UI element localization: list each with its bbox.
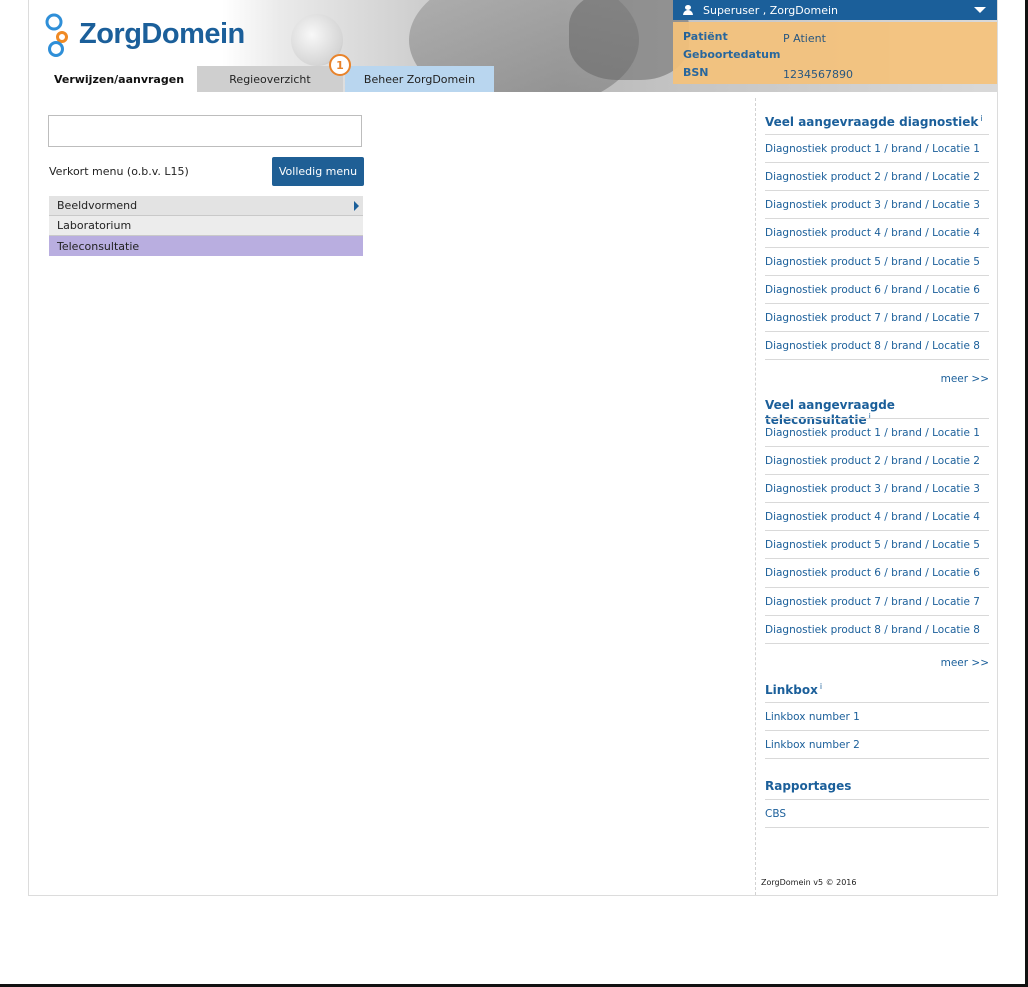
footer: ZorgDomein v5 © 2016 [761, 878, 857, 887]
menu-item-label: Beeldvormend [57, 199, 138, 212]
full-menu-button[interactable]: Volledig menu [272, 157, 364, 186]
column-divider [755, 98, 756, 895]
menu-item-label: Teleconsultatie [57, 239, 140, 253]
diagnostiek-link[interactable]: Diagnostiek product 3 / brand / Locatie … [765, 190, 989, 218]
section-title-text: Linkbox [765, 683, 818, 697]
page: ZorgDomein Verwijzen/aanvragen Regieover… [28, 0, 998, 896]
teleconsultatie-link[interactable]: Diagnostiek product 4 / brand / Locatie … [765, 502, 989, 530]
diagnostiek-link[interactable]: Diagnostiek product 2 / brand / Locatie … [765, 162, 989, 190]
menu-item-label: Laboratorium [57, 219, 132, 232]
diagnostiek-link[interactable]: Diagnostiek product 5 / brand / Locatie … [765, 247, 989, 275]
teleconsultatie-more-link[interactable]: meer >> [941, 657, 989, 669]
info-icon[interactable]: i [980, 114, 982, 123]
search-input[interactable] [48, 115, 362, 147]
diagnostiek-link[interactable]: Diagnostiek product 8 / brand / Locatie … [765, 331, 989, 359]
menu-item-teleconsultatie[interactable]: Teleconsultatie [49, 236, 363, 256]
teleconsultatie-link[interactable]: Diagnostiek product 6 / brand / Locatie … [765, 558, 989, 586]
quick-menu: Beeldvormend Laboratorium Teleconsultati… [49, 196, 363, 256]
chevron-down-icon[interactable] [974, 7, 986, 13]
header-photo-detail [569, 0, 689, 80]
user-menu[interactable]: Superuser , ZorgDomein [673, 0, 997, 20]
teleconsultatie-link[interactable]: Diagnostiek product 8 / brand / Locatie … [765, 615, 989, 643]
divider [765, 758, 989, 759]
divider [765, 827, 989, 828]
teleconsultatie-link[interactable]: Diagnostiek product 1 / brand / Locatie … [765, 418, 989, 446]
teleconsultatie-link[interactable]: Diagnostiek product 2 / brand / Locatie … [765, 446, 989, 474]
header: ZorgDomein Verwijzen/aanvragen Regieover… [29, 0, 997, 92]
patient-name-label: Patiënt [683, 30, 728, 43]
teleconsultatie-link[interactable]: Diagnostiek product 5 / brand / Locatie … [765, 530, 989, 558]
info-icon[interactable]: i [820, 682, 822, 691]
diagnostiek-link[interactable]: Diagnostiek product 4 / brand / Locatie … [765, 218, 989, 246]
section-title-text: Veel aangevraagde diagnostiek [765, 115, 979, 129]
patient-panel: Patiënt P Atient Geboortedatum BSN 12345… [673, 22, 997, 84]
rapportages-link[interactable]: CBS [765, 799, 989, 827]
patient-name: P Atient [783, 32, 826, 45]
menu-item-beeldvormend[interactable]: Beeldvormend [49, 196, 363, 216]
diagnostiek-title: Veel aangevraagde diagnostiek i [765, 114, 983, 129]
teleconsultatie-link[interactable]: Diagnostiek product 3 / brand / Locatie … [765, 474, 989, 502]
rapportages-title: Rapportages [765, 779, 852, 793]
linkbox-link[interactable]: Linkbox number 2 [765, 730, 989, 758]
diagnostiek-link[interactable]: Diagnostiek product 7 / brand / Locatie … [765, 303, 989, 331]
linkbox-title: Linkbox i [765, 682, 822, 697]
tab-beheer-zorgdomein[interactable]: Beheer ZorgDomein [345, 66, 494, 92]
chevron-right-icon [354, 201, 359, 211]
divider [765, 643, 989, 644]
teleconsultatie-link[interactable]: Diagnostiek product 7 / brand / Locatie … [765, 587, 989, 615]
quick-menu-label: Verkort menu (o.b.v. L15) [49, 165, 189, 178]
divider [765, 359, 989, 360]
linkbox-link[interactable]: Linkbox number 1 [765, 702, 989, 730]
diagnostiek-more-link[interactable]: meer >> [941, 373, 989, 385]
patient-dob-label: Geboortedatum [683, 48, 781, 61]
tab-regieoverzicht[interactable]: Regieoverzicht [197, 66, 343, 92]
patient-bsn: 1234567890 [783, 68, 853, 81]
logo[interactable]: ZorgDomein [43, 10, 245, 58]
notification-badge[interactable]: 1 [329, 54, 351, 76]
logo-text: ZorgDomein [79, 17, 245, 50]
tab-verwijzen-aanvragen[interactable]: Verwijzen/aanvragen [45, 66, 193, 92]
diagnostiek-link[interactable]: Diagnostiek product 1 / brand / Locatie … [765, 134, 989, 162]
diagnostiek-link[interactable]: Diagnostiek product 6 / brand / Locatie … [765, 275, 989, 303]
user-label: Superuser , ZorgDomein [703, 3, 838, 17]
user-icon [683, 5, 693, 15]
menu-item-laboratorium[interactable]: Laboratorium [49, 216, 363, 236]
zorgdomein-logo-icon [45, 13, 68, 57]
patient-bsn-label: BSN [683, 66, 709, 79]
